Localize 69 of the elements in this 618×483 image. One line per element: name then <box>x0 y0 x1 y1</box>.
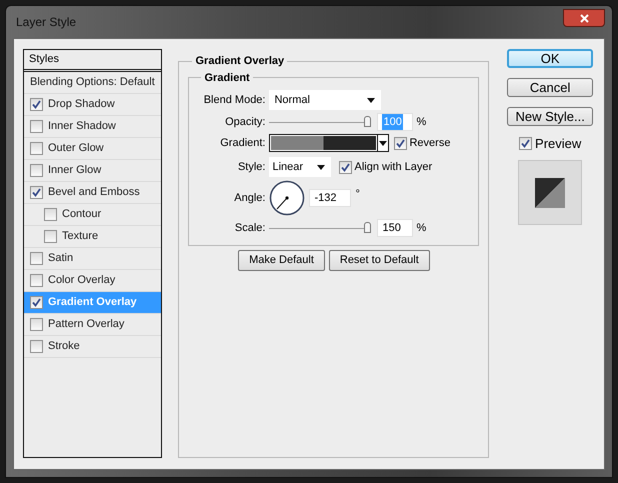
slider-thumb[interactable] <box>364 116 372 127</box>
gradient-picker[interactable] <box>269 134 390 152</box>
checkbox[interactable] <box>44 208 57 221</box>
caret-icon <box>379 140 388 146</box>
panel-button[interactable]: Reset to Default <box>328 250 430 270</box>
panel-title: Gradient Overlay <box>194 54 286 69</box>
check-icon <box>32 188 41 197</box>
unit-label: % <box>416 220 426 236</box>
checkbox[interactable] <box>30 318 43 331</box>
preview-thumbnail <box>518 160 582 224</box>
slider[interactable] <box>269 222 372 234</box>
check-icon <box>341 162 350 172</box>
unit-label: ° <box>355 187 360 202</box>
number-field[interactable]: -132 <box>309 189 352 207</box>
field-label: Gradient: <box>219 136 266 151</box>
checkbox[interactable] <box>394 136 408 150</box>
style-dropdown[interactable]: Linear <box>269 157 332 177</box>
close-icon <box>580 14 588 22</box>
check-icon <box>396 138 406 148</box>
caret-icon <box>317 164 326 170</box>
style-item[interactable]: Bevel and Emboss <box>24 182 162 204</box>
field-label: Opacity: <box>224 114 266 130</box>
panel-button[interactable]: Make Default <box>238 250 325 270</box>
field-label: Blend Mode: <box>202 92 266 108</box>
check-icon <box>32 298 41 307</box>
group-title: Gradient <box>203 70 251 86</box>
preview-label: Preview <box>535 135 582 153</box>
checkbox[interactable] <box>30 120 43 133</box>
list-header: Styles <box>24 50 162 72</box>
checkbox[interactable] <box>30 186 43 199</box>
style-item[interactable]: Blending Options: Default <box>24 72 162 94</box>
field-label: Angle: <box>233 190 266 206</box>
align-label: Align with Layer <box>354 160 432 175</box>
checkbox[interactable] <box>30 142 43 155</box>
style-item[interactable]: Satin <box>24 248 162 270</box>
style-item[interactable]: Pattern Overlay <box>24 314 162 336</box>
check-icon <box>32 100 41 109</box>
checkbox[interactable] <box>44 230 57 243</box>
slider-thumb[interactable] <box>364 222 372 233</box>
blend-mode-dropdown[interactable]: Normal <box>269 90 382 110</box>
style-item[interactable]: Inner Shadow <box>24 116 162 138</box>
style-item[interactable]: Inner Glow <box>24 160 162 182</box>
field-label: Scale: <box>234 220 266 236</box>
caret-icon <box>367 98 376 102</box>
style-item[interactable]: Texture <box>24 226 162 248</box>
check-icon <box>521 139 530 148</box>
checkbox[interactable] <box>30 98 43 111</box>
field-label: Style: <box>236 160 266 175</box>
style-item[interactable]: Drop Shadow <box>24 94 162 116</box>
checkbox[interactable] <box>339 160 352 174</box>
window-title: Layer Style <box>15 14 76 31</box>
unit-label: % <box>416 114 426 130</box>
dialog-button[interactable]: OK <box>507 49 594 68</box>
style-item[interactable]: Outer Glow <box>24 138 162 160</box>
style-item[interactable]: Contour <box>24 204 162 226</box>
checkbox[interactable] <box>30 164 43 177</box>
checkbox[interactable] <box>30 252 43 265</box>
angle-dial[interactable] <box>269 180 306 216</box>
checkbox[interactable] <box>30 296 43 309</box>
dialog-button[interactable]: New Style... <box>507 107 594 126</box>
dialog-button[interactable]: Cancel <box>507 78 594 97</box>
checkbox[interactable] <box>519 137 532 150</box>
close-button[interactable] <box>563 9 605 27</box>
slider[interactable] <box>269 116 372 128</box>
number-field[interactable]: 150 <box>377 219 414 237</box>
checkbox[interactable] <box>30 340 43 353</box>
reverse-label: Reverse <box>409 136 450 151</box>
style-item[interactable]: Stroke <box>24 336 162 358</box>
checkbox[interactable] <box>30 274 43 287</box>
